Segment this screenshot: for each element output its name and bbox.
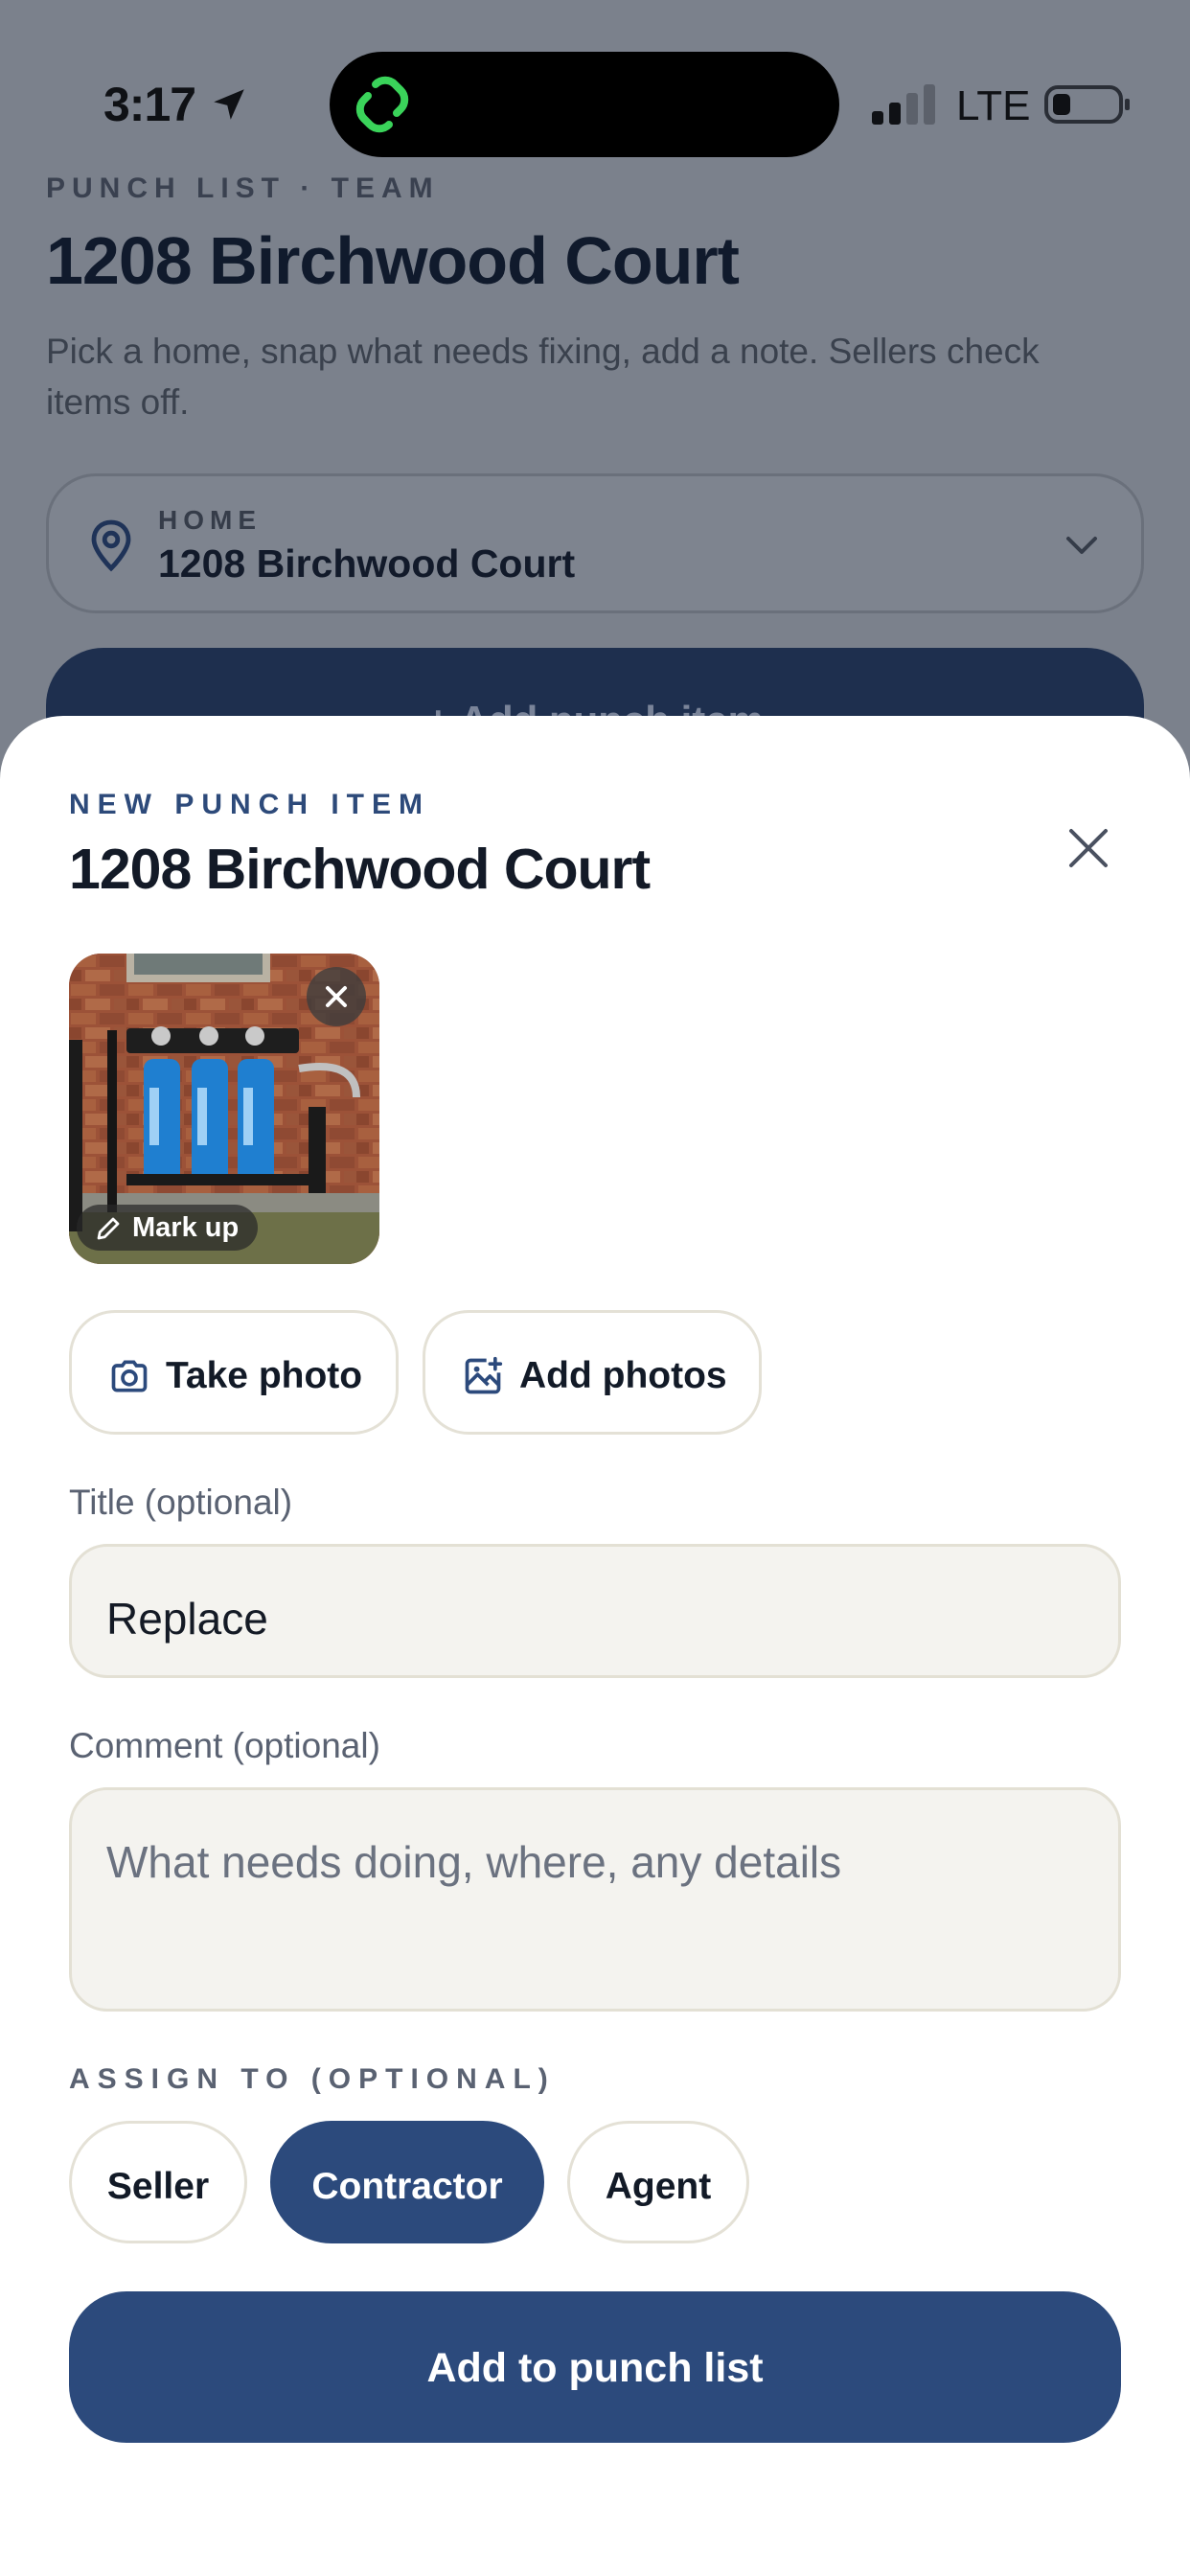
status-bar: 3:17 LTE bbox=[0, 0, 1190, 163]
add-to-punch-list-button[interactable]: Add to punch list bbox=[69, 2291, 1121, 2443]
camera-icon bbox=[111, 1360, 148, 1392]
comment-input[interactable]: What needs doing, where, any details bbox=[69, 1787, 1121, 2012]
home-select[interactable]: HOME 1208 Birchwood Court bbox=[46, 473, 1144, 613]
assign-chip-seller[interactable]: Seller bbox=[69, 2121, 247, 2243]
page-eyebrow: PUNCH LIST · TEAM bbox=[46, 172, 440, 204]
mark-up-button[interactable]: Mark up bbox=[77, 1205, 259, 1251]
remove-photo-button[interactable] bbox=[307, 967, 366, 1026]
link-activity-icon bbox=[355, 76, 409, 133]
chevron-down-icon bbox=[1066, 537, 1097, 554]
home-select-label: HOME bbox=[158, 505, 262, 535]
title-input[interactable]: Replace bbox=[69, 1544, 1121, 1678]
status-time: 3:17 bbox=[103, 78, 196, 131]
page-title: 1208 Birchwood Court bbox=[46, 223, 740, 298]
add-photos-button[interactable]: Add photos bbox=[423, 1310, 762, 1435]
new-punch-item-sheet: NEW PUNCH ITEM 1208 Birchwood Court Mark… bbox=[0, 716, 1190, 2576]
close-icon[interactable] bbox=[1062, 821, 1115, 875]
location-pin-icon bbox=[91, 519, 131, 572]
network-type: LTE bbox=[956, 82, 1031, 129]
battery-icon bbox=[1044, 85, 1130, 124]
mark-up-label: Mark up bbox=[132, 1212, 240, 1243]
photo-thumbnail[interactable]: Mark up bbox=[69, 954, 379, 1264]
background-page: 3:17 LTE PUNCH LIST · TEAM 1208 Birchwoo… bbox=[0, 0, 1190, 792]
take-photo-button[interactable]: Take photo bbox=[69, 1310, 399, 1435]
cellular-signal-icon bbox=[872, 84, 935, 125]
comment-field-label: Comment (optional) bbox=[69, 1726, 380, 1765]
dynamic-island bbox=[330, 52, 839, 157]
sheet-title: 1208 Birchwood Court bbox=[69, 838, 651, 901]
sheet-eyebrow: NEW PUNCH ITEM bbox=[69, 789, 430, 820]
title-field-label: Title (optional) bbox=[69, 1483, 293, 1522]
assign-chip-agent[interactable]: Agent bbox=[567, 2121, 749, 2243]
home-select-value: 1208 Birchwood Court bbox=[158, 541, 576, 586]
location-arrow-icon bbox=[214, 89, 244, 120]
assign-chip-contractor[interactable]: Contractor bbox=[270, 2121, 544, 2243]
page-description: Pick a home, snap what needs fixing, add… bbox=[46, 332, 1040, 422]
image-plus-icon bbox=[465, 1356, 503, 1394]
pencil-icon bbox=[97, 1217, 120, 1240]
close-icon bbox=[326, 986, 347, 1007]
add-photos-label: Add photos bbox=[519, 1355, 727, 1396]
assign-to-label: ASSIGN TO (OPTIONAL) bbox=[69, 2063, 556, 2095]
take-photo-label: Take photo bbox=[166, 1355, 363, 1396]
